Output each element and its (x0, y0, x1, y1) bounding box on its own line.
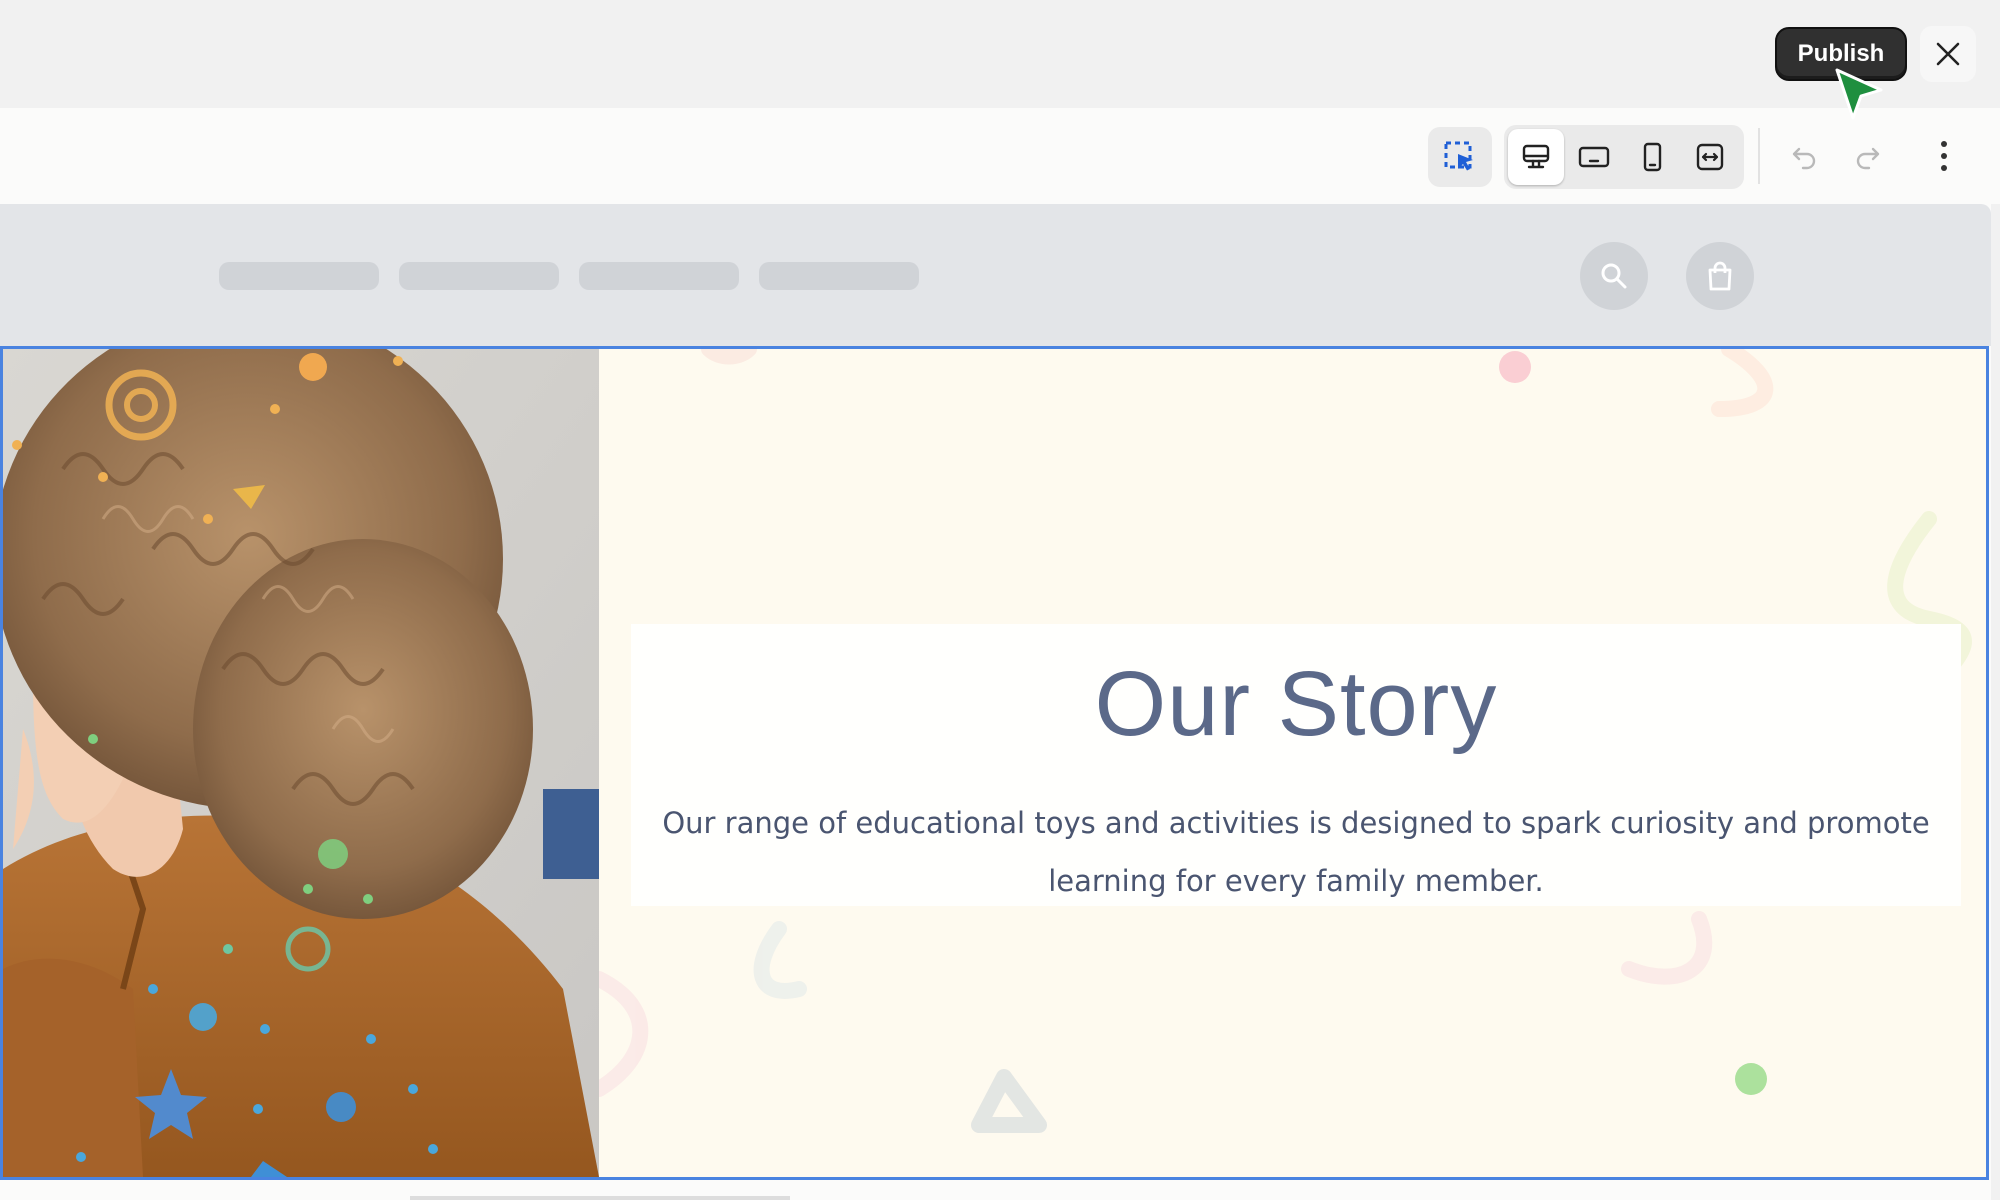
select-tool-button[interactable] (1428, 127, 1492, 187)
header-cart-button[interactable] (1686, 242, 1754, 310)
desktop-icon (1522, 144, 1550, 169)
view-desktop-button[interactable] (1508, 129, 1564, 185)
mobile-icon (1643, 142, 1662, 172)
child-photo (3, 349, 599, 1177)
undo-button[interactable] (1776, 128, 1832, 184)
story-text-card[interactable]: Our Story Our range of educational toys … (631, 624, 1961, 906)
editor-top-bar (0, 0, 2000, 109)
toolbar-divider (1758, 128, 1760, 184)
redo-icon (1856, 147, 1880, 170)
more-options-button[interactable] (1916, 128, 1972, 184)
close-icon (1936, 42, 1960, 66)
nav-link-placeholder (399, 262, 559, 290)
section-description[interactable]: Our range of educational toys and activi… (661, 794, 1931, 910)
undo-icon (1792, 147, 1816, 170)
view-fullwidth-button[interactable] (1682, 129, 1738, 185)
nav-link-placeholder (759, 262, 919, 290)
search-icon (1601, 263, 1627, 289)
shopping-bag-icon (1708, 261, 1732, 291)
viewport-switcher (1504, 125, 1744, 189)
selection-cursor-icon (1444, 141, 1473, 171)
nav-link-placeholder (219, 262, 379, 290)
close-button[interactable] (1920, 26, 1976, 82)
tablet-landscape-icon (1578, 146, 1610, 168)
next-section-edge (410, 1196, 790, 1200)
view-mobile-button[interactable] (1624, 129, 1680, 185)
mouse-cursor-icon (1835, 68, 1883, 120)
our-story-section[interactable]: Our Story Our range of educational toys … (0, 346, 1989, 1180)
redo-button[interactable] (1840, 128, 1896, 184)
full-width-icon (1696, 143, 1724, 171)
header-search-button[interactable] (1580, 242, 1648, 310)
more-vertical-icon (1941, 141, 1947, 171)
publish-button-label: Publish (1797, 40, 1885, 67)
view-tablet-button[interactable] (1566, 129, 1622, 185)
section-title[interactable]: Our Story (631, 652, 1961, 757)
nav-link-placeholder (579, 262, 739, 290)
